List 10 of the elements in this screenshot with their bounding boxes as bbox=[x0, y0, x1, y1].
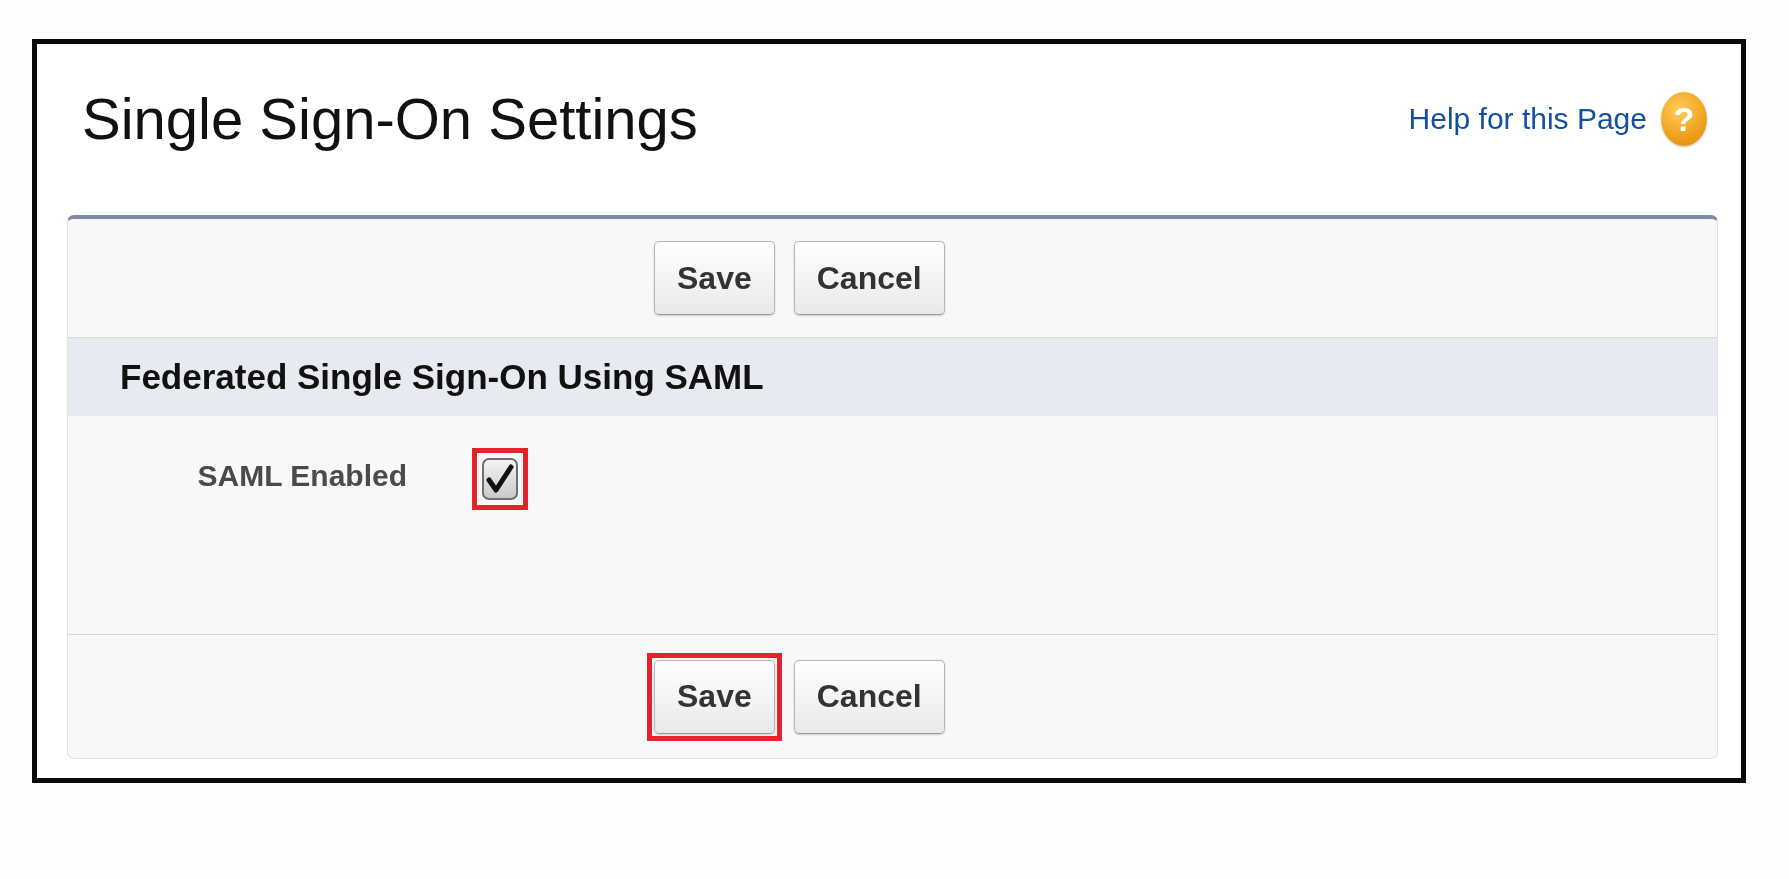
action-button[interactable]: Cancel bbox=[793, 659, 945, 734]
action-button[interactable]: Save bbox=[654, 241, 775, 315]
section-title: Federated Single Sign-On Using SAML bbox=[120, 357, 764, 397]
page-title: Single Sign-On Settings bbox=[82, 87, 698, 151]
checkbox[interactable] bbox=[482, 458, 518, 500]
field-label: SAML Enabled bbox=[197, 459, 407, 492]
help-link[interactable]: Help for this Page bbox=[1408, 102, 1647, 136]
action-button[interactable]: Cancel bbox=[793, 241, 945, 315]
checkmark-icon bbox=[486, 464, 514, 493]
action-button[interactable]: Save bbox=[654, 659, 775, 734]
